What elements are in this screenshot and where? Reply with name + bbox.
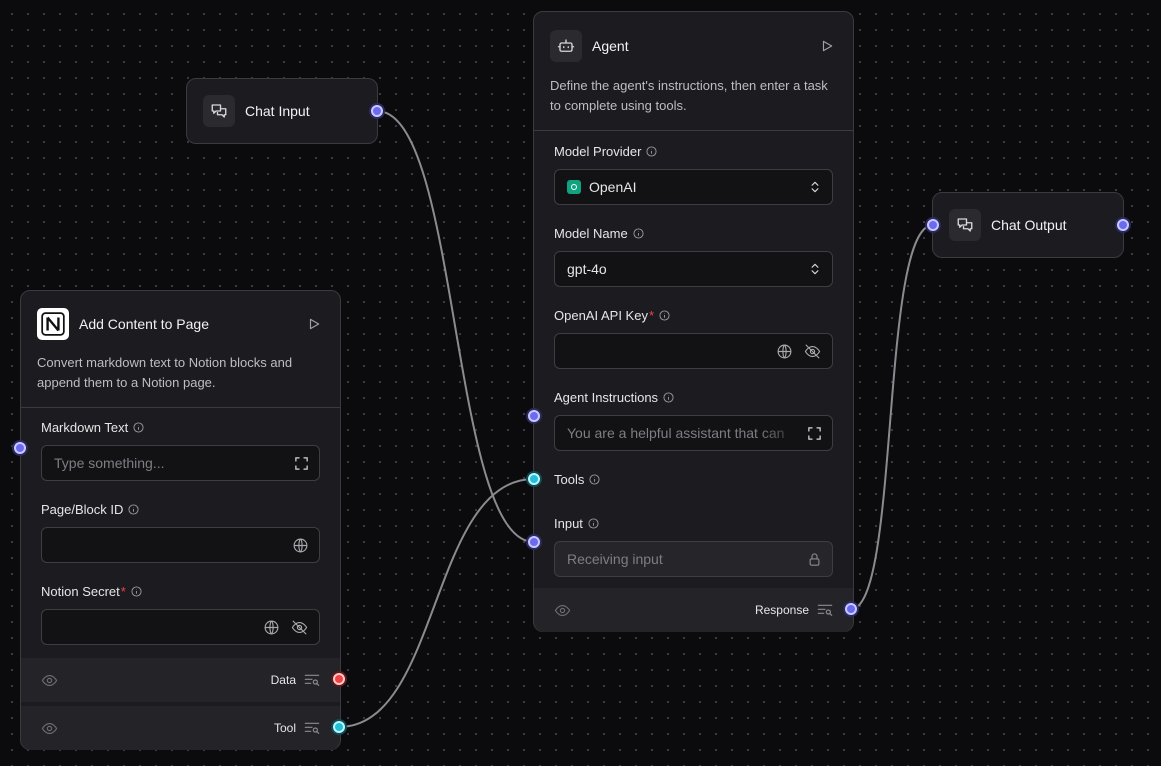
markdown-placeholder: Type something... xyxy=(54,455,165,471)
edge-tool-to-agent-tools[interactable] xyxy=(338,478,535,728)
tools-label: Tools xyxy=(554,471,585,487)
expand-icon[interactable] xyxy=(807,426,822,441)
inspect-output-icon[interactable] xyxy=(304,721,320,735)
model-provider-select[interactable]: OpenAI xyxy=(554,169,833,205)
globe-icon[interactable] xyxy=(776,343,793,360)
chat-input-output-handle[interactable] xyxy=(371,105,383,117)
agent-instructions-placeholder: You are a helpful assistant that can xyxy=(567,425,785,441)
agent-description: Define the agent's instructions, then en… xyxy=(550,78,828,113)
openai-logo-icon xyxy=(567,180,581,194)
required-mark: * xyxy=(120,583,126,599)
markdown-field: Markdown Text Type something... xyxy=(21,408,340,481)
chat-output-input-handle[interactable] xyxy=(927,219,939,231)
model-name-label: Model Name xyxy=(554,225,628,241)
agent-node[interactable]: Agent Define the agent's instructions, t… xyxy=(533,11,854,632)
chevron-up-down-icon xyxy=(811,181,819,193)
run-button[interactable] xyxy=(304,314,324,334)
chat-output-node[interactable]: Chat Output xyxy=(932,192,1124,258)
info-icon[interactable] xyxy=(646,145,657,157)
model-provider-value: OpenAI xyxy=(589,179,637,195)
agent-instructions-field: Agent Instructions You are a helpful ass… xyxy=(534,369,853,451)
globe-icon[interactable] xyxy=(263,619,280,636)
edge-chat-input-to-agent-input[interactable] xyxy=(376,110,535,543)
chat-input-node[interactable]: Chat Input xyxy=(186,78,378,144)
model-name-field: Model Name gpt-4o xyxy=(534,205,853,287)
notion-description: Convert markdown text to Notion blocks a… xyxy=(37,355,293,390)
edge-agent-response-to-chat-output[interactable] xyxy=(850,224,934,610)
chat-icon xyxy=(203,95,235,127)
eye-off-icon[interactable] xyxy=(803,343,822,360)
input-placeholder: Receiving input xyxy=(567,551,663,567)
expand-icon[interactable] xyxy=(294,456,309,471)
notion-node-title: Add Content to Page xyxy=(79,316,209,332)
tool-output-handle[interactable] xyxy=(333,721,345,733)
agent-response-output-handle[interactable] xyxy=(845,603,857,615)
bot-icon xyxy=(550,30,582,62)
chat-icon xyxy=(949,209,981,241)
api-key-label: OpenAI API Key xyxy=(554,307,648,323)
api-key-input[interactable] xyxy=(554,333,833,369)
input-text-input[interactable]: Receiving input xyxy=(554,541,833,577)
inspect-output-icon[interactable] xyxy=(817,603,833,617)
chat-input-title: Chat Input xyxy=(245,103,310,119)
model-provider-label: Model Provider xyxy=(554,143,642,159)
notion-logo-icon xyxy=(37,308,69,340)
play-icon xyxy=(822,40,833,52)
tool-output-row: Tool xyxy=(21,706,340,750)
markdown-input[interactable]: Type something... xyxy=(41,445,320,481)
tools-field: Tools xyxy=(534,451,853,489)
info-icon[interactable] xyxy=(633,227,644,239)
agent-instructions-label: Agent Instructions xyxy=(554,389,659,405)
page-id-field: Page/Block ID xyxy=(21,481,340,563)
notion-secret-input[interactable] xyxy=(41,609,320,645)
agent-tools-input-handle[interactable] xyxy=(528,473,540,485)
input-label: Input xyxy=(554,515,583,531)
data-output-row: Data xyxy=(21,658,340,702)
api-key-field: OpenAI API Key * xyxy=(534,287,853,369)
data-output-handle[interactable] xyxy=(333,673,345,685)
info-icon[interactable] xyxy=(659,309,670,321)
eye-icon[interactable] xyxy=(41,720,58,737)
agent-output-row: Response xyxy=(534,588,853,632)
notion-add-content-node[interactable]: Add Content to Page Convert markdown tex… xyxy=(20,290,341,750)
model-provider-field: Model Provider OpenAI xyxy=(534,131,853,205)
agent-instructions-input-handle[interactable] xyxy=(528,410,540,422)
markdown-input-handle[interactable] xyxy=(14,442,26,454)
run-button[interactable] xyxy=(817,36,837,56)
chat-output-output-handle[interactable] xyxy=(1117,219,1129,231)
info-icon[interactable] xyxy=(588,517,599,529)
lock-icon xyxy=(809,552,820,566)
globe-icon[interactable] xyxy=(292,537,309,554)
model-name-value: gpt-4o xyxy=(567,261,607,277)
notion-secret-field: Notion Secret * xyxy=(21,563,340,645)
input-field: Input Receiving input xyxy=(534,489,853,577)
chat-output-title: Chat Output xyxy=(991,217,1067,233)
play-icon xyxy=(309,318,320,330)
eye-off-icon[interactable] xyxy=(290,619,309,636)
response-output-label: Response xyxy=(754,603,809,617)
info-icon[interactable] xyxy=(589,473,600,485)
page-id-label: Page/Block ID xyxy=(41,501,124,517)
info-icon[interactable] xyxy=(663,391,674,403)
agent-title: Agent xyxy=(592,38,629,54)
tool-output-label: Tool xyxy=(273,721,296,735)
eye-icon[interactable] xyxy=(554,602,571,619)
notion-secret-label: Notion Secret xyxy=(41,583,120,599)
inspect-output-icon[interactable] xyxy=(304,673,320,687)
chevron-up-down-icon xyxy=(811,263,819,275)
model-name-select[interactable]: gpt-4o xyxy=(554,251,833,287)
eye-icon[interactable] xyxy=(41,672,58,689)
required-mark: * xyxy=(648,307,655,323)
info-icon[interactable] xyxy=(133,421,144,433)
info-icon[interactable] xyxy=(131,585,142,597)
agent-input-handle[interactable] xyxy=(528,536,540,548)
info-icon[interactable] xyxy=(128,503,139,515)
markdown-label: Markdown Text xyxy=(41,419,129,435)
page-id-input[interactable] xyxy=(41,527,320,563)
agent-instructions-input[interactable]: You are a helpful assistant that can xyxy=(554,415,833,451)
data-output-label: Data xyxy=(270,673,296,687)
